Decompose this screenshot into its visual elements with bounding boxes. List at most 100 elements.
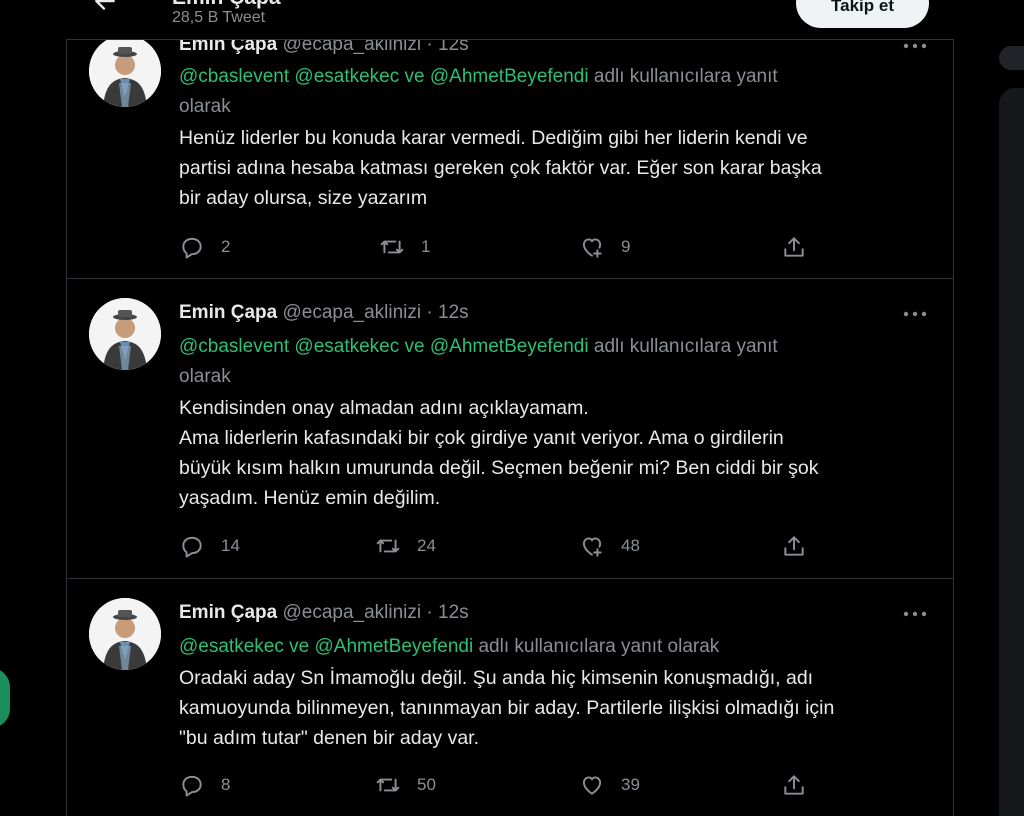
person-photo-icon [89,298,161,370]
reply-count: 2 [221,237,231,256]
like-count: 9 [621,237,631,256]
tweet-text-line: kamuoyunda bilinmeyen, tanınmayan bir ad… [179,697,835,719]
retweet-icon [380,240,404,254]
tweet-actions: 8 50 39 [179,771,819,799]
reply-bubble-icon [182,237,202,259]
reply-suffix: adlı kullanıcılara yanıt olarak [478,636,720,657]
reply-suffix-2: olarak [179,366,231,387]
tweet-text-line: "bu adım tutar" denen bir aday var. [179,727,480,749]
reply-button[interactable]: 8 [179,771,230,799]
share-button[interactable] [781,233,807,261]
reply-bubble-icon [182,536,202,558]
avatar[interactable] [89,598,161,670]
tweet-text-line: Henüz liderler bu konuda karar vermedi. … [179,127,808,149]
more-horizontal-icon[interactable] [903,42,927,50]
avatar[interactable] [89,35,161,107]
reply-bubble-icon [182,775,202,797]
tweet-text-line: Oradaki aday Sn İmamoğlu değil. Şu anda … [179,667,814,689]
floating-action-button[interactable] [0,668,10,728]
retweet-count: 24 [417,536,436,555]
timestamp[interactable]: 12s [438,602,469,623]
reply-button[interactable]: 14 [179,532,240,560]
like-count: 48 [621,536,640,555]
share-icon [784,536,804,556]
retweet-button[interactable]: 24 [375,532,436,560]
share-icon [784,775,804,795]
tweet-actions: 2 1 9 [179,233,819,261]
retweet-icon [376,539,400,553]
mention-and[interactable]: ve [405,66,425,87]
mention-link[interactable]: @AhmetBeyefendi [430,66,589,87]
more-horizontal-icon[interactable] [903,610,927,618]
mention-link[interactable]: @cbaslevent [179,336,289,357]
share-button[interactable] [781,532,807,560]
search-box[interactable] [999,46,1024,70]
header-divider [66,39,954,40]
tweet[interactable]: Emin Çapa @ecapa_aklinizi · 12s @esatkek… [67,579,953,816]
mention-and[interactable]: ve [289,636,309,657]
tweet-text-line: büyük kısım halkın umurunda değil. Seçme… [179,457,819,479]
share-button[interactable] [781,771,807,799]
like-button[interactable]: 39 [579,771,640,799]
timestamp[interactable]: 12s [438,302,469,323]
like-count: 39 [621,775,640,794]
retweet-button[interactable]: 1 [379,233,430,261]
mention-and[interactable]: ve [405,336,425,357]
heart-icon [582,238,602,258]
separator-dot: · [426,302,433,323]
tweet-text-line: Kendisinden onay almadan adını açıklayam… [179,397,589,419]
right-sidebar-panel [999,88,1024,816]
profile-header: Emin Çapa 28,5 B Tweet Takip et [0,0,1024,40]
tweet-text-line: yaşadım. Henüz emin değilim. [179,487,441,509]
reply-count: 14 [221,536,240,555]
separator-dot: · [426,602,433,623]
follow-button[interactable]: Takip et [796,0,929,28]
tweet[interactable]: Emin Çapa @ecapa_aklinizi · 12s @cbaslev… [67,279,953,579]
retweet-count: 50 [417,775,436,794]
mention-link[interactable]: @esatkekec [179,636,284,657]
reply-context: @cbaslevent @esatkekec ve @AhmetBeyefend… [179,62,899,122]
retweet-button[interactable]: 50 [375,771,436,799]
person-photo-icon [89,35,161,107]
mention-link[interactable]: @esatkekec [294,336,399,357]
tweet-text: Kendisinden onay almadan adını açıklayam… [179,393,919,513]
more-horizontal-icon[interactable] [903,310,927,318]
tweet-text-line: bir aday olursa, size yazarım [179,187,428,209]
tweet-text-line: Ama liderlerin kafasındaki bir çok girdi… [179,427,784,449]
tweet-actions: 14 24 48 [179,532,819,560]
share-icon [784,237,804,257]
mention-link[interactable]: @esatkekec [294,66,399,87]
avatar[interactable] [89,298,161,370]
reply-suffix: adlı kullanıcılara yanıt [593,66,778,87]
tweet-text: Henüz liderler bu konuda karar vermedi. … [179,123,919,213]
heart-icon [582,776,602,795]
tweet-meta: Emin Çapa @ecapa_aklinizi · 12s [179,602,469,624]
heart-icon [582,537,602,557]
page: Emin Çapa 28,5 B Tweet Takip et Emin Çap… [0,0,1024,816]
tweet-text-line: partisi adına hesaba katması gereken çok… [179,157,822,179]
like-button[interactable]: 9 [579,233,630,261]
author-name[interactable]: Emin Çapa [179,302,277,323]
author-name[interactable]: Emin Çapa [179,602,277,623]
author-handle[interactable]: @ecapa_aklinizi [282,602,421,623]
person-photo-icon [89,598,161,670]
tweet-count: 28,5 B Tweet [172,9,266,26]
tweet-text: Oradaki aday Sn İmamoğlu değil. Şu anda … [179,663,919,753]
reply-context: @esatkekec ve @AhmetBeyefendi adlı kulla… [179,632,899,662]
retweet-icon [376,778,400,792]
tweet-meta: Emin Çapa @ecapa_aklinizi · 12s [179,302,469,324]
mention-link[interactable]: @AhmetBeyefendi [314,636,473,657]
author-handle[interactable]: @ecapa_aklinizi [282,302,421,323]
reply-suffix-2: olarak [179,96,231,117]
tweet[interactable]: Emin Çapa @ecapa_aklinizi · 12s @cbaslev… [67,0,953,279]
like-button[interactable]: 48 [579,532,640,560]
column-right-border [953,0,954,816]
mention-link[interactable]: @cbaslevent [179,66,289,87]
mention-link[interactable]: @AhmetBeyefendi [430,336,589,357]
reply-button[interactable]: 2 [179,233,230,261]
retweet-count: 1 [421,237,431,256]
arrow-left-icon[interactable] [92,0,118,14]
reply-count: 8 [221,775,231,794]
reply-suffix: adlı kullanıcılara yanıt [593,336,778,357]
reply-context: @cbaslevent @esatkekec ve @AhmetBeyefend… [179,332,899,392]
